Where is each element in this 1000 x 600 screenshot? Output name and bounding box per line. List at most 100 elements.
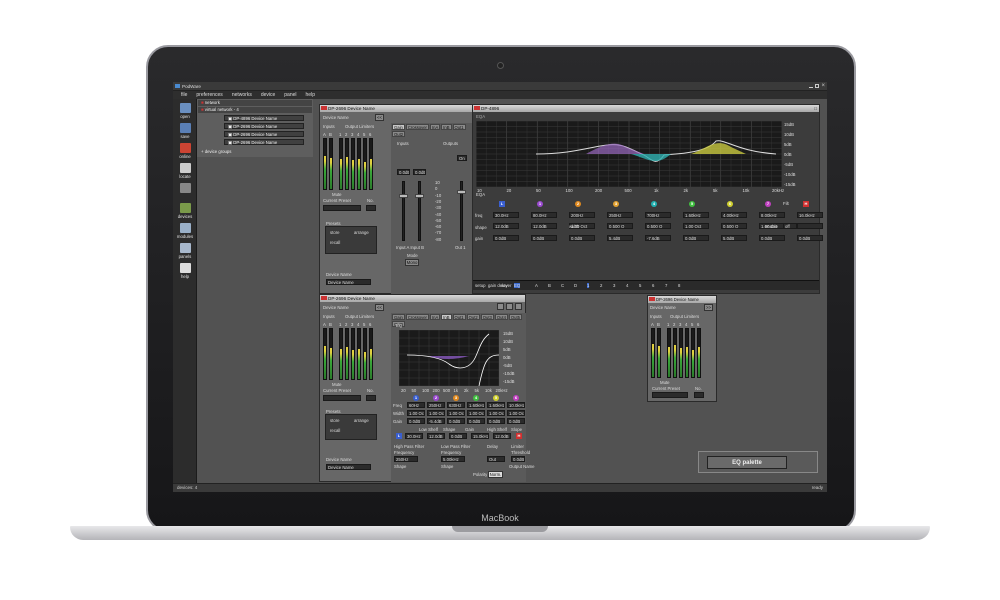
link-toggle[interactable]: On <box>457 155 467 161</box>
tab-out2[interactable]: Out2 <box>392 131 406 137</box>
eq-bottom-tab[interactable]: EQ <box>514 283 521 288</box>
mini-band-gain-field[interactable]: 0,0dB <box>487 418 505 424</box>
enable-field[interactable]: off <box>783 223 797 229</box>
mini-band-gain-field[interactable]: 0,0dB <box>507 418 525 424</box>
eq-band-L-badge[interactable]: L <box>499 201 505 207</box>
eq-band-gain-field[interactable]: 5,0dB <box>721 235 747 241</box>
eq-bottom-tab[interactable]: xover <box>501 283 512 288</box>
eq-band-width-field[interactable]: 0,500 O <box>645 223 671 229</box>
print-button[interactable] <box>497 303 504 310</box>
paste-button[interactable] <box>515 303 522 310</box>
recall-button[interactable]: recall <box>330 428 340 433</box>
fader-out-knob[interactable] <box>457 190 466 194</box>
device-name-field[interactable]: Device Name <box>326 279 371 285</box>
gain-a-field[interactable]: 0,0dB <box>397 169 410 175</box>
tree-device[interactable]: ▣ DP-2696 Device Name <box>224 139 304 145</box>
fader-b-knob[interactable] <box>415 194 424 198</box>
copy-button[interactable] <box>506 303 513 310</box>
eq-band-2-badge[interactable]: 2 <box>575 201 581 207</box>
store-button[interactable]: store <box>330 230 340 235</box>
eq-band-freq-field[interactable]: 250Hz <box>607 212 633 218</box>
menu-1[interactable]: preferences <box>196 92 222 98</box>
tab-ina[interactable]: InA <box>429 124 441 130</box>
eq-bottom-tab[interactable]: C <box>561 283 564 288</box>
expand-button[interactable]: >> <box>704 304 713 311</box>
eq-band-3-badge[interactable]: 3 <box>613 201 619 207</box>
eq-band-freq-field[interactable]: 16,0kHz <box>797 212 823 218</box>
eq-bottom-tab[interactable]: 6 <box>652 283 654 288</box>
preset-number-field[interactable] <box>694 392 704 398</box>
sidebar-item-3[interactable]: locate <box>176 163 194 179</box>
mini-band-freq-field[interactable]: 1,60kHz <box>487 402 505 408</box>
minimize-icon[interactable] <box>809 87 813 88</box>
tab-gain[interactable]: Gain <box>392 124 405 130</box>
mini-band-2-badge[interactable]: 2 <box>433 395 439 401</box>
eq-bottom-tab[interactable]: setup <box>475 283 486 288</box>
store-button[interactable]: store <box>330 418 340 423</box>
eq-bottom-tab[interactable]: 1 <box>587 283 590 288</box>
high-shelf-slope-field[interactable]: 12,0dB <box>493 433 511 439</box>
low-shelf-shape-field[interactable]: 12,0dB <box>427 433 445 439</box>
tab-out2[interactable]: Out2 <box>466 314 480 320</box>
mini-band-6-badge[interactable]: 6 <box>513 395 519 401</box>
eq-band-width-field[interactable]: 0,500 O <box>721 223 747 229</box>
sidebar-item-5[interactable]: devices <box>176 203 194 219</box>
eq-band-gain-field[interactable]: 0,0dB <box>493 235 519 241</box>
mini-band-freq-field[interactable]: 630Hz <box>447 402 465 408</box>
eq-band-width-field[interactable]: 0,500 O <box>607 223 633 229</box>
mini-band-gain-field[interactable]: 0,0dB <box>407 418 425 424</box>
maximize-icon[interactable] <box>815 84 819 88</box>
tab-out4[interactable]: Out4 <box>494 314 508 320</box>
polarity-button[interactable]: Norm. <box>488 471 503 478</box>
menu-2[interactable]: networks <box>232 92 252 98</box>
eq-palette[interactable]: EQ palette <box>698 451 818 473</box>
eq-band-4-badge[interactable]: 4 <box>651 201 657 207</box>
eq-band-width-field[interactable]: 1,00 Oct <box>683 223 709 229</box>
eq-band-gain-field[interactable]: 5,4dB <box>607 235 633 241</box>
sidebar-item-4[interactable] <box>176 183 194 194</box>
eq-close-icon[interactable]: □ <box>814 105 817 112</box>
eq-bottom-tab[interactable]: 8 <box>678 283 680 288</box>
preset-number-field[interactable] <box>366 205 376 211</box>
sidebar-item-7[interactable]: panels <box>176 243 194 259</box>
mini-band-gain-field[interactable]: 0,0dB <box>467 418 485 424</box>
mini-band-width-field[interactable]: 1,00 Oct <box>487 410 505 416</box>
eq-bottom-tab[interactable]: 2 <box>600 283 602 288</box>
mode-button[interactable]: Mono <box>405 259 419 266</box>
tab-out5[interactable]: Out5 <box>508 314 523 320</box>
mini-band-width-field[interactable]: 1,00 Oct <box>427 410 445 416</box>
high-shelf-freq-field[interactable]: 15,0kHz <box>471 433 489 439</box>
menu-0[interactable]: file <box>181 92 187 98</box>
collapse-button[interactable]: << <box>375 304 384 311</box>
collapse-button[interactable]: << <box>375 114 384 121</box>
preset-number-field[interactable] <box>366 395 376 401</box>
tree-virtual-network[interactable]: ■ virtual network - 4 <box>198 107 312 113</box>
eq-band-gain-field[interactable]: 0,0dB <box>759 235 785 241</box>
tab-out3[interactable]: Out3 <box>480 314 494 320</box>
eq-band-freq-field[interactable]: 80,0Hz <box>531 212 557 218</box>
eq-band-freq-field[interactable]: 1,60kHz <box>683 212 709 218</box>
mini-band-gain-field[interactable]: 0,0dB <box>447 418 465 424</box>
tab-inb[interactable]: InB <box>441 314 452 320</box>
mini-band-width-field[interactable]: 1,00 Oct <box>467 410 485 416</box>
tab-inb[interactable]: InB <box>441 124 452 130</box>
high-shelf-badge[interactable]: H <box>516 433 522 439</box>
eq-band-gain-field[interactable]: 0,0dB <box>569 235 595 241</box>
gain-b-field[interactable]: 0,0dB <box>413 169 426 175</box>
hpf-frequency-field[interactable]: 250Hz <box>394 456 418 462</box>
eq-band-freq-field[interactable]: 8,00kHz <box>759 212 785 218</box>
sidebar-item-2[interactable]: online <box>176 143 194 159</box>
current-preset-field[interactable] <box>323 205 361 211</box>
tab-crossover[interactable]: Crossover <box>405 314 429 320</box>
low-shelf-freq-field[interactable]: 30,0Hz <box>405 433 423 439</box>
mini-band-width-field[interactable]: 1,00 Oct <box>447 410 465 416</box>
eq-band-freq-field[interactable]: 4,00kHz <box>721 212 747 218</box>
delay-field[interactable]: Out <box>487 456 505 462</box>
lpf-frequency-field[interactable]: 5,00kHz <box>441 456 465 462</box>
eq-bottom-tab[interactable]: D <box>574 283 577 288</box>
eq-bottom-tab[interactable]: 5 <box>639 283 641 288</box>
arrange-button[interactable]: arrange <box>354 230 369 235</box>
eq-band-gain-field[interactable]: 0,0dB <box>531 235 557 241</box>
low-shelf-badge[interactable]: L <box>396 433 402 439</box>
eq-band-shape-field[interactable]: 12,0dB <box>493 223 519 229</box>
